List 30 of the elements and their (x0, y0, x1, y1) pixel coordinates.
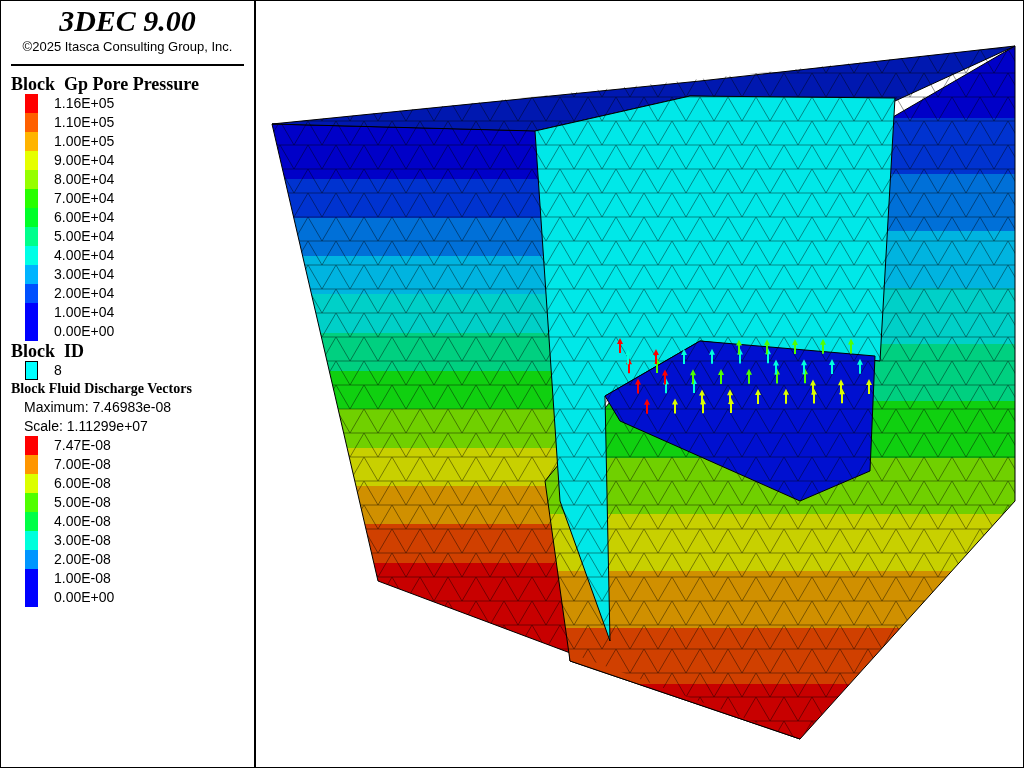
legend-label: 1.16E+05 (54, 94, 115, 113)
legend-label: 3.00E+04 (54, 265, 115, 284)
legend-label: 3.00E-08 (54, 531, 111, 550)
legend-label: 1.00E+04 (54, 303, 115, 322)
legend-note: Scale: 1.11299e+07 (23, 417, 149, 436)
legend-label: 1.10E+05 (54, 113, 115, 132)
app-title: 3DEC 9.00 (58, 3, 197, 39)
legend-label: 7.00E+04 (54, 189, 115, 208)
legend-label: 1.00E+05 (54, 132, 115, 151)
copyright-text: ©2025 Itasca Consulting Group, Inc. (21, 39, 234, 55)
legend-label: 2.00E+04 (54, 284, 115, 303)
legend-title: Block Gp Pore Pressure (11, 74, 200, 94)
legend-label: 0.00E+00 (54, 322, 115, 341)
legend-label: 8 (54, 361, 62, 380)
legend-label: 6.00E-08 (54, 474, 111, 493)
legend-label: 1.00E-08 (54, 569, 111, 588)
legend-label: 6.00E+04 (54, 208, 115, 227)
legend-label: 5.00E+04 (54, 227, 115, 246)
legend-title: Block ID (11, 341, 85, 361)
legend-label: 0.00E+00 (54, 588, 115, 607)
legend-title: Block Fluid Discharge Vectors (11, 380, 193, 398)
legend-label: 4.00E-08 (54, 512, 111, 531)
legend-label: 2.00E-08 (54, 550, 111, 569)
legend-label: 9.00E+04 (54, 151, 115, 170)
legend-label: 7.00E-08 (54, 455, 111, 474)
legend-label: 5.00E-08 (54, 493, 111, 512)
legend-note: Maximum: 7.46983e-08 (23, 398, 173, 417)
legend-label: 4.00E+04 (54, 246, 115, 265)
legend-label: 8.00E+04 (54, 170, 115, 189)
legend-label: 7.47E-08 (54, 436, 111, 455)
